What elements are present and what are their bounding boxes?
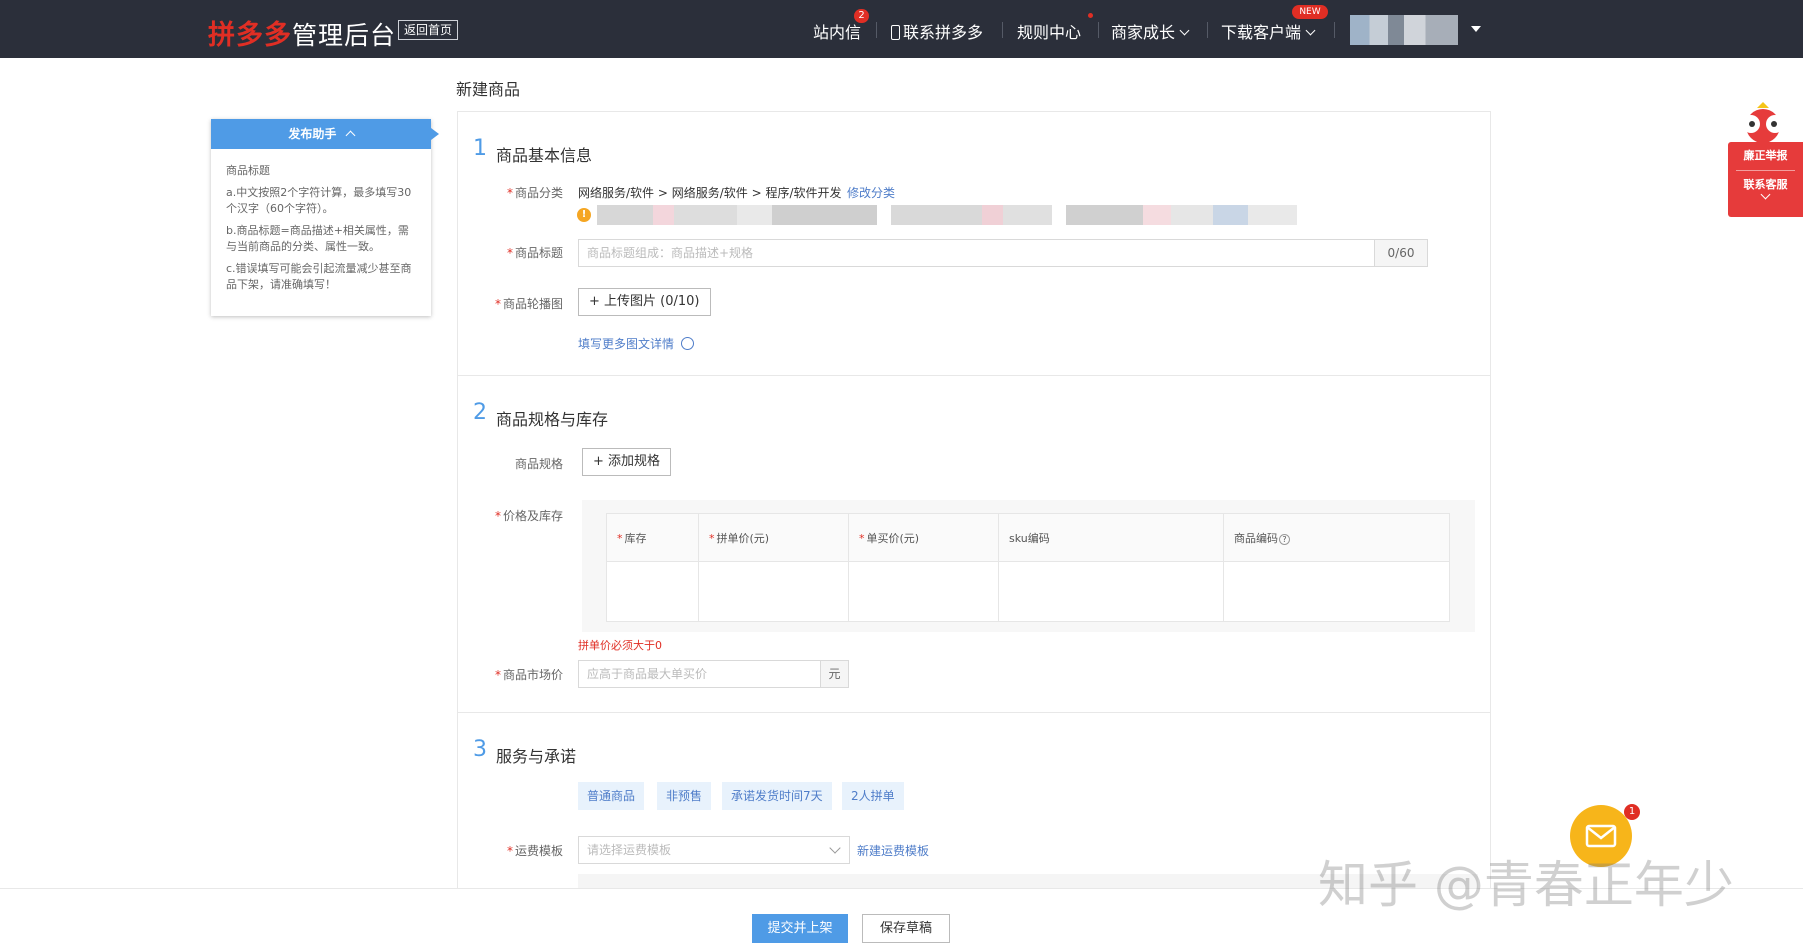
table-row <box>606 561 1450 622</box>
page-title: 新建商品 <box>456 80 521 99</box>
stock-cell[interactable] <box>606 561 699 622</box>
nav-messages[interactable]: 站内信 <box>813 19 861 43</box>
nav-divider <box>1334 22 1335 38</box>
spec-label: 商品规格 <box>514 457 563 471</box>
nav-growth[interactable]: 商家成长 <box>1111 19 1190 43</box>
service-tag: 普通商品 <box>578 782 645 810</box>
helper-toggle[interactable]: 发布助手 <box>211 119 439 149</box>
nav-divider <box>876 22 877 38</box>
group-price-cell[interactable] <box>698 561 849 622</box>
market-price-unit: 元 <box>820 660 849 688</box>
section-title-spec-stock: 商品规格与库存 <box>496 410 609 429</box>
product-title-input[interactable]: 商品标题组成：商品描述+规格 <box>578 239 1375 267</box>
product-title-label: * 商品标题 <box>506 246 563 260</box>
single-price-cell[interactable] <box>848 561 999 622</box>
chevron-down-icon <box>1179 25 1190 36</box>
messages-badge: 2 <box>854 9 869 23</box>
nav-rules[interactable]: 规则中心 <box>1017 19 1081 43</box>
product-code-cell[interactable] <box>1223 561 1450 622</box>
section-number: 3 <box>473 737 487 762</box>
helper-tip: b.商品标题=商品描述+相关属性，需与当前商品的分类、属性一致。 <box>226 224 409 253</box>
logo-brand: 拼多多 <box>208 20 292 51</box>
sku-table: * 库存 * 拼单价(元) * 单买价(元) sku编码 商品编码? <box>606 513 1450 622</box>
section-number: 2 <box>473 400 487 425</box>
nav-divider <box>1207 22 1208 38</box>
table-header-row: * 库存 * 拼单价(元) * 单买价(元) sku编码 商品编码? <box>606 513 1450 562</box>
section-title-service: 服务与承诺 <box>496 747 577 766</box>
nav-divider <box>1098 22 1099 38</box>
logo-suffix: 管理后台 <box>292 21 397 50</box>
market-price-label: * 商品市场价 <box>494 668 563 682</box>
new-badge: NEW <box>1292 5 1328 19</box>
service-tag: 非预售 <box>657 782 712 810</box>
edit-category-link[interactable]: 修改分类 <box>847 184 895 201</box>
section-title-basic-info: 商品基本信息 <box>496 146 593 165</box>
shipping-template-select[interactable]: 请选择运费模板 <box>578 836 850 864</box>
helper-title: 发布助手 <box>288 127 337 141</box>
account-avatar[interactable] <box>1350 15 1458 45</box>
new-shipping-template-link[interactable]: 新建运费模板 <box>857 842 929 859</box>
logo[interactable]: 拼多多管理后台 <box>208 13 396 52</box>
category-label: * 商品分类 <box>506 186 563 200</box>
redacted-notice <box>597 205 1297 225</box>
nav-download-label: 下载客户端 <box>1221 23 1302 42</box>
service-tag: 承诺发货时间7天 <box>722 782 832 810</box>
top-nav-bar: 拼多多管理后台 返回首页 站内信 2 联系拼多多 规则中心 商家成长 下载客户端… <box>0 0 1803 58</box>
mascot-icon <box>1742 102 1784 143</box>
table-header: 商品编码? <box>1223 513 1450 562</box>
nav-contact[interactable]: 联系拼多多 <box>891 19 983 43</box>
category-value: 网络服务/软件 > 网络服务/软件 > 程序/软件开发 <box>578 186 842 200</box>
submit-button[interactable]: 提交并上架 <box>752 914 848 943</box>
helper-tip: c.错误填写可能会引起流量减少甚至商品下架，请准确填写！ <box>226 262 412 291</box>
price-error-text: 拼单价必须大于0 <box>578 639 662 652</box>
select-placeholder: 请选择运费模板 <box>587 843 672 857</box>
table-header: * 拼单价(元) <box>698 513 849 562</box>
nav-divider <box>1002 22 1003 38</box>
price-stock-label: * 价格及库存 <box>494 509 563 523</box>
table-header: * 库存 <box>606 513 699 562</box>
home-button[interactable]: 返回首页 <box>398 20 459 40</box>
title-char-count: 0/60 <box>1374 239 1428 267</box>
chevron-down-icon <box>829 842 841 854</box>
mail-badge: 1 <box>1624 804 1640 820</box>
add-spec-button[interactable]: + 添加规格 <box>582 448 672 476</box>
helper-body: 商品标题 a.中文按照2个字符计算，最多填写30个汉字（60个字符）。 b.商品… <box>211 149 431 313</box>
floating-side-panel: 廉正举报 联系客服 <box>1728 142 1803 217</box>
caret-down-icon[interactable] <box>1471 26 1481 32</box>
watermark: 知乎 @青春正年少 <box>1318 856 1734 914</box>
warning-icon: ! <box>577 208 591 222</box>
shipping-template-label: * 运费模板 <box>506 844 563 858</box>
helper-heading: 商品标题 <box>226 164 270 177</box>
section-divider <box>458 375 1490 376</box>
table-header: sku编码 <box>998 513 1224 562</box>
chevron-up-icon <box>345 130 356 141</box>
publish-helper-panel: 发布助手 商品标题 a.中文按照2个字符计算，最多填写30个汉字（60个字符）。… <box>211 119 439 316</box>
save-draft-button[interactable]: 保存草稿 <box>862 914 950 943</box>
carousel-images-label: * 商品轮播图 <box>494 297 563 311</box>
phone-icon <box>891 25 900 40</box>
section-number: 1 <box>473 136 487 161</box>
helper-tip: a.中文按照2个字符计算，最多填写30个汉字（60个字符）。 <box>226 186 412 215</box>
rules-dot <box>1088 13 1093 18</box>
chevron-down-icon <box>1305 25 1316 36</box>
table-header: * 单买价(元) <box>848 513 999 562</box>
market-price-input[interactable]: 应高于商品最大单买价 <box>578 660 821 688</box>
report-button[interactable]: 廉正举报 <box>1728 142 1803 170</box>
service-tag: 2人拼单 <box>842 782 904 810</box>
more-details-link[interactable]: 填写更多图文详情 <box>578 335 694 352</box>
nav-growth-label: 商家成长 <box>1111 23 1176 42</box>
chevron-circle-down-icon <box>680 337 694 350</box>
sku-code-cell[interactable] <box>998 561 1224 622</box>
upload-image-button[interactable]: + 上传图片 (0/10) <box>578 288 711 316</box>
nav-contact-label: 联系拼多多 <box>903 23 984 42</box>
nav-download[interactable]: 下载客户端 <box>1221 19 1316 43</box>
section-divider <box>458 712 1490 713</box>
help-icon[interactable]: ? <box>1279 533 1290 545</box>
